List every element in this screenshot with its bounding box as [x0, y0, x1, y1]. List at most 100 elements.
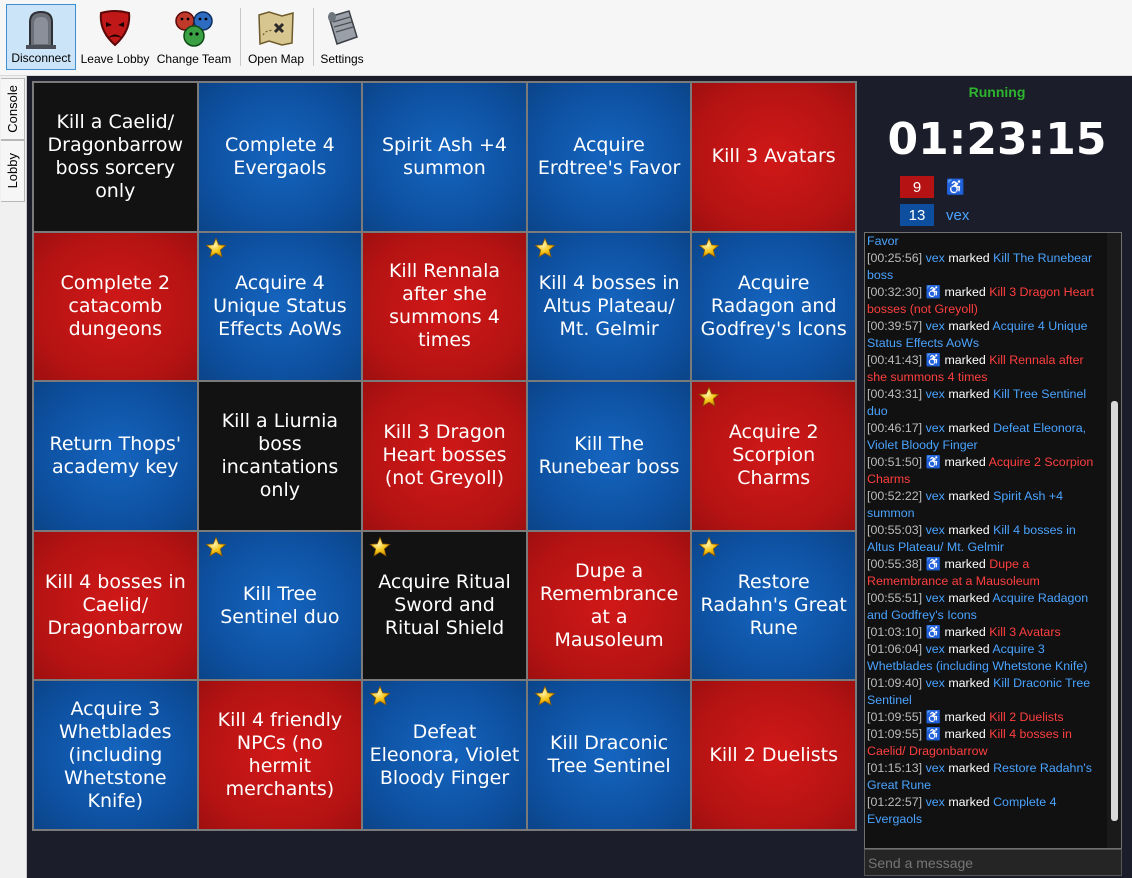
board-cell-label: Complete 4 Evergaols [225, 133, 335, 179]
board-cell[interactable]: Acquire 2 Scorpion Charms [692, 382, 855, 530]
message-input[interactable] [864, 849, 1122, 876]
board-cell[interactable]: Acquire Erdtree's Favor [527, 83, 691, 231]
team-faces-icon [175, 11, 213, 47]
log-scrollbar[interactable] [1107, 233, 1121, 848]
log-player: ♿ [925, 625, 942, 639]
board-cell[interactable]: Acquire 4 Unique Status Effects AoWs [198, 232, 362, 381]
log-player: vex [925, 421, 945, 435]
board-cell[interactable]: Kill a Caelid/ Dragonbarrow boss sorcery… [34, 83, 197, 231]
bingo-board: Kill a Caelid/ Dragonbarrow boss sorcery… [32, 81, 857, 831]
board-cell-label: Kill a Caelid/ Dragonbarrow boss sorcery… [47, 110, 184, 202]
board-cell[interactable]: Kill The Runebear boss [527, 382, 691, 530]
game-timer: 01:23:15 [887, 114, 1107, 165]
board-cell[interactable]: Return Thops' academy key [34, 382, 197, 530]
board-cell[interactable]: Spirit Ash +4 summon [363, 83, 526, 231]
tab-lobby[interactable]: Lobby [1, 140, 25, 202]
event-log[interactable]: Favor [00:25:56] vex marked Kill The Run… [864, 232, 1122, 849]
log-timestamp: [01:22:57] [867, 795, 923, 809]
board-cell[interactable]: Defeat Eleonora, Violet Bloody Finger [363, 681, 526, 829]
board-cell[interactable]: Kill 4 bosses in Caelid/ Dragonbarrow [34, 531, 197, 680]
log-entry: [01:09:55] ♿ marked Kill 2 Duelists [867, 709, 1103, 726]
board-cell[interactable]: Acquire Ritual Sword and Ritual Shield [363, 531, 526, 680]
board-cell[interactable]: Kill 4 friendly NPCs (no hermit merchant… [198, 681, 362, 829]
log-player: vex [925, 591, 945, 605]
board-cell[interactable]: Kill 2 Duelists [692, 681, 855, 829]
log-timestamp: [00:55:51] [867, 591, 923, 605]
board-cell[interactable]: Acquire 3 Whetblades (including Whetston… [34, 681, 197, 829]
log-action: marked [948, 387, 990, 401]
run-state: Running [968, 84, 1026, 100]
board-cell[interactable]: Kill Tree Sentinel duo [198, 531, 362, 680]
board-cell[interactable]: Kill Draconic Tree Sentinel [527, 681, 691, 829]
log-action: marked [948, 676, 990, 690]
side-tab-bar: Console Lobby [0, 76, 27, 878]
board-cell-label: Return Thops' academy key [49, 432, 182, 478]
tombstone-icon [26, 10, 56, 49]
log-entry: [00:41:43] ♿ marked Kill Rennala after s… [867, 352, 1103, 386]
team-score-red: 9 [900, 176, 934, 198]
board-cell-label: Acquire Radagon and Godfrey's Icons [700, 271, 847, 340]
log-entry: [00:25:56] vex marked Kill The Runebear … [867, 250, 1103, 284]
board-cell[interactable]: Kill 3 Avatars [692, 83, 855, 231]
log-entry: [00:39:57] vex marked Acquire 4 Unique S… [867, 318, 1103, 352]
log-player: vex [925, 642, 945, 656]
status-panel: Running 01:23:15 9 ♿ 13 vex [862, 76, 1132, 232]
log-action: marked [948, 489, 990, 503]
board-cell[interactable]: Kill 3 Dragon Heart bosses (not Greyoll) [363, 382, 526, 530]
tragedy-mask-icon [99, 10, 131, 47]
board-cell-label: Acquire 2 Scorpion Charms [728, 421, 819, 490]
tab-console[interactable]: Console [1, 78, 25, 140]
disconnect-button[interactable]: Disconnect [6, 4, 76, 70]
board-cell-label: Acquire 4 Unique Status Effects AoWs [213, 271, 347, 340]
log-player: ♿ [925, 285, 942, 299]
toolbar: Disconnect Leave Lobby Change Team Open … [0, 0, 1132, 76]
board-cell[interactable]: Kill 4 bosses in Altus Plateau/ Mt. Gelm… [527, 232, 691, 381]
log-action: marked [944, 710, 986, 724]
board-cell-label: Acquire Erdtree's Favor [537, 133, 681, 179]
board-cell-label: Acquire Ritual Sword and Ritual Shield [378, 571, 511, 640]
log-entry: [00:43:31] vex marked Kill Tree Sentinel… [867, 386, 1103, 420]
leave-lobby-button[interactable]: Leave Lobby [80, 4, 150, 70]
star-icon [205, 536, 227, 557]
settings-button[interactable]: Settings [317, 4, 367, 70]
board-cell-label: Restore Radahn's Great Rune [700, 571, 847, 640]
log-timestamp: [00:25:56] [867, 251, 923, 265]
log-player: vex [925, 251, 945, 265]
board-cell[interactable]: Acquire Radagon and Godfrey's Icons [692, 232, 855, 381]
star-icon [369, 685, 391, 706]
log-timestamp: [00:46:17] [867, 421, 923, 435]
log-player: ♿ [925, 557, 942, 571]
board-cell-label: Kill Rennala after she summons 4 times [388, 260, 500, 352]
log-timestamp: [00:39:57] [867, 319, 923, 333]
board-cell-label: Kill 4 bosses in Altus Plateau/ Mt. Gelm… [538, 271, 680, 340]
star-icon [205, 236, 227, 258]
board-cell[interactable]: Complete 2 catacomb dungeons [34, 232, 197, 381]
log-entry: [01:22:57] vex marked Complete 4 Evergao… [867, 794, 1103, 828]
log-player: vex [925, 761, 945, 775]
board-cell[interactable]: Restore Radahn's Great Rune [692, 531, 855, 680]
log-player: vex [925, 319, 945, 333]
board-cell[interactable]: Kill Rennala after she summons 4 times [363, 232, 526, 381]
log-scrollbar-thumb[interactable] [1111, 401, 1118, 821]
open-map-button[interactable]: Open Map [244, 4, 308, 70]
log-action: marked [948, 251, 990, 265]
board-cell[interactable]: Complete 4 Evergaols [198, 83, 362, 231]
board-cell[interactable]: Kill a Liurnia boss incantations only [198, 382, 362, 530]
star-icon [698, 386, 720, 407]
board-cell-label: Kill 2 Duelists [709, 743, 839, 766]
log-action: marked [948, 795, 990, 809]
board-cell-label: Kill 4 bosses in Caelid/ Dragonbarrow [44, 571, 186, 640]
log-line-partial: Favor [867, 234, 899, 248]
log-action: marked [948, 421, 990, 435]
log-action: marked [948, 523, 990, 537]
change-team-button[interactable]: Change Team [155, 4, 233, 70]
log-timestamp: [00:52:22] [867, 489, 923, 503]
open-map-label: Open Map [247, 52, 305, 66]
board-cell-label: Defeat Eleonora, Violet Bloody Finger [369, 720, 520, 789]
board-cell-label: Kill Tree Sentinel duo [220, 582, 340, 628]
team-score-blue: 13 [900, 204, 934, 226]
log-timestamp: [00:55:03] [867, 523, 923, 537]
board-cell[interactable]: Dupe a Remembrance at a Mausoleum [527, 531, 691, 680]
log-timestamp: [01:09:40] [867, 676, 923, 690]
team-row-red: 9 ♿ [900, 176, 965, 198]
